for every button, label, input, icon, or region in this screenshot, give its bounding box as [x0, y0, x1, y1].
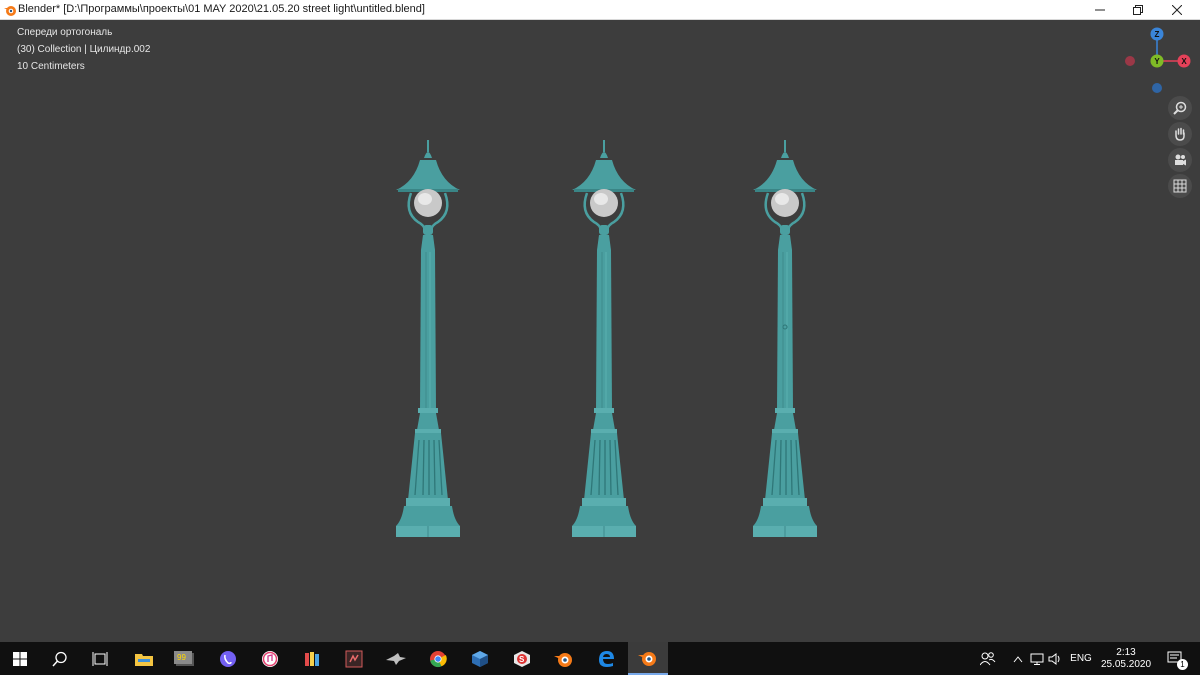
blender-logo-icon — [4, 6, 16, 16]
itunes-button[interactable] — [250, 642, 290, 675]
network-button[interactable] — [1028, 642, 1046, 675]
chrome-icon — [430, 650, 447, 667]
navigation-gizmo[interactable]: Z X Y — [1120, 26, 1200, 101]
chrome-button[interactable] — [418, 642, 458, 675]
blender-active-button[interactable] — [628, 642, 668, 675]
close-button[interactable] — [1158, 0, 1196, 20]
clock-time: 2:13 — [1116, 646, 1136, 658]
minimize-icon — [1095, 9, 1105, 11]
file-explorer-button[interactable] — [124, 642, 164, 675]
3d-viewport[interactable]: Спереди ортогональ (30) Collection | Цил… — [0, 20, 1200, 642]
z-axis-label: Z — [1155, 30, 1160, 39]
scene-models — [394, 138, 819, 539]
app-3d-icon — [472, 650, 488, 667]
app-99-icon: 99 — [174, 650, 194, 666]
x-axis-label: X — [1181, 57, 1187, 66]
3d-app-button[interactable] — [460, 642, 500, 675]
chevron-up-icon — [1013, 655, 1023, 662]
toggle-ortho-button[interactable] — [1168, 174, 1192, 198]
street-lamp-center[interactable] — [570, 138, 638, 539]
clock[interactable]: 2:13 25.05.2020 — [1098, 642, 1154, 675]
app-books-icon — [305, 651, 319, 666]
svg-text:S: S — [519, 655, 525, 664]
edge-button[interactable] — [586, 642, 626, 675]
windows-start-icon — [13, 651, 27, 666]
negative-z-axis-handle[interactable] — [1152, 83, 1162, 93]
svg-text:99: 99 — [177, 653, 186, 662]
puzzle-app-button[interactable] — [334, 642, 374, 675]
notification-badge: 1 — [1177, 659, 1188, 670]
pan-button[interactable] — [1168, 122, 1192, 146]
volume-icon — [1048, 652, 1060, 665]
restore-button[interactable] — [1119, 0, 1157, 20]
blender-button[interactable] — [544, 642, 584, 675]
app-puzzle-icon — [345, 650, 363, 667]
blender-active-icon — [638, 651, 656, 666]
clock-date: 25.05.2020 — [1100, 658, 1152, 670]
app-99-button[interactable]: 99 — [164, 642, 204, 675]
zoom-button[interactable] — [1168, 96, 1192, 120]
start-button[interactable] — [0, 642, 40, 675]
zoom-icon — [1173, 101, 1187, 115]
people-button[interactable] — [970, 642, 1006, 675]
itunes-icon — [262, 650, 278, 667]
language-label: ENG — [1070, 653, 1092, 664]
window-titlebar: Blender* [D:\Программы\проекты\01 MAY 20… — [0, 0, 1200, 20]
network-icon — [1030, 653, 1044, 665]
search-button[interactable] — [40, 642, 80, 675]
grid-toggle-icon — [1173, 179, 1187, 193]
viber-icon — [220, 650, 236, 667]
task-view-icon — [92, 651, 108, 666]
volume-button[interactable] — [1046, 642, 1064, 675]
minimize-button[interactable] — [1081, 0, 1119, 20]
language-indicator[interactable]: ENG — [1066, 642, 1096, 675]
books-app-button[interactable] — [292, 642, 332, 675]
edge-icon — [599, 650, 614, 667]
people-icon — [980, 651, 996, 665]
file-explorer-icon — [135, 653, 153, 666]
windows-taskbar: 99 S ENG 2:13 25.05.2020 1 — [0, 642, 1200, 675]
action-center-button[interactable]: 1 — [1160, 642, 1190, 675]
negative-x-axis-handle[interactable] — [1125, 56, 1135, 66]
viber-button[interactable] — [208, 642, 248, 675]
show-hidden-icons-button[interactable] — [1008, 642, 1028, 675]
street-lamp-left[interactable] — [394, 138, 462, 539]
task-view-button[interactable] — [80, 642, 120, 675]
camera-icon — [1175, 154, 1186, 166]
window-title: Blender* [D:\Программы\проекты\01 MAY 20… — [18, 3, 425, 15]
s-app-button[interactable]: S — [502, 642, 542, 675]
eagle-app-button[interactable] — [376, 642, 416, 675]
search-icon — [52, 651, 67, 667]
app-eagle-icon — [386, 652, 406, 665]
camera-view-button[interactable] — [1168, 148, 1192, 172]
blender-icon — [554, 652, 572, 667]
close-icon — [1172, 5, 1182, 15]
hand-pan-icon — [1175, 127, 1185, 141]
restore-icon — [1133, 5, 1143, 15]
app-s-icon: S — [514, 650, 530, 667]
y-axis-label: Y — [1154, 57, 1160, 66]
street-lamp-right[interactable] — [751, 138, 819, 539]
